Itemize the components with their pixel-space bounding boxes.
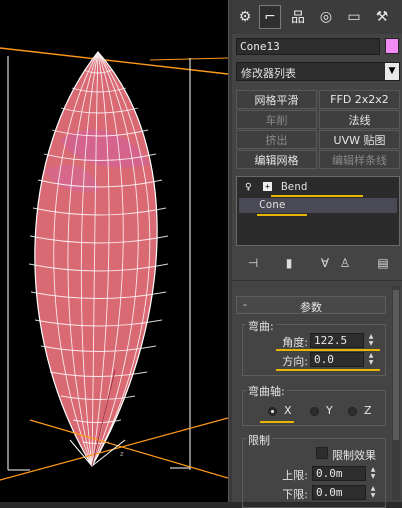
stack-item-label: Cone (259, 198, 286, 211)
scrollbar-thumb[interactable] (393, 290, 399, 440)
axis-x-label: X (284, 404, 292, 417)
lower-limit-spinner-arrows[interactable]: ▲ ▼ (368, 485, 378, 500)
lathe-button[interactable]: 车削 (236, 110, 317, 129)
meshsmooth-button[interactable]: 网格平滑 (236, 90, 317, 109)
rollout-title: 参数 (300, 301, 322, 314)
motion-tab-icon[interactable]: ◎ (315, 5, 337, 29)
axis-y-label: Y (326, 404, 333, 417)
axis-y-radio[interactable] (310, 407, 319, 416)
angle-label: 角度: (282, 336, 308, 349)
stack-item-label: Bend (281, 180, 308, 193)
utilities-tab-icon[interactable]: ⚒ (371, 5, 393, 29)
edit-mesh-button[interactable]: 编辑网格 (236, 150, 317, 169)
direction-spinner-arrows[interactable]: ▲ ▼ (366, 352, 376, 367)
divider (232, 280, 402, 281)
extrude-button[interactable]: 挤出 (236, 130, 317, 149)
bend-axis-label: 弯曲轴: (246, 383, 287, 399)
angle-spinner-arrows[interactable]: ▲ ▼ (366, 333, 376, 348)
perspective-viewport[interactable]: z (0, 0, 228, 502)
highlight-underline (257, 214, 307, 216)
highlight-underline (276, 349, 380, 351)
parameters-rollout-header[interactable]: - 参数 (236, 296, 386, 314)
upper-limit-spinner[interactable]: 0.0m (312, 466, 366, 481)
remove-modifier-icon[interactable]: ♙ (336, 254, 354, 272)
angle-spinner[interactable]: 122.5 (310, 333, 364, 348)
uvw-map-button[interactable]: UVW 贴图 (319, 130, 400, 149)
bent-cone-mesh: z (0, 47, 228, 481)
make-unique-icon[interactable]: ∀ (316, 254, 334, 272)
chevron-down-icon[interactable]: ▼ (385, 63, 399, 80)
limit-effect-label: 限制效果 (332, 449, 376, 462)
panel-scrollbar[interactable] (392, 286, 400, 500)
axis-z-radio[interactable] (348, 407, 357, 416)
highlight-underline (260, 421, 294, 423)
bend-group-label: 弯曲: (246, 318, 276, 334)
svg-text:z: z (120, 450, 124, 458)
stack-item-cone[interactable]: Cone (239, 198, 397, 213)
display-tab-icon[interactable]: ▭ (343, 5, 365, 29)
modifier-list-dropdown[interactable]: 修改器列表 ▼ (236, 62, 400, 81)
command-panel-tabs: ⚙ ⌐ 品 ◎ ▭ ⚒ (232, 0, 402, 34)
hierarchy-tab-icon[interactable]: 品 (287, 5, 309, 29)
upper-limit-spinner-arrows[interactable]: ▲ ▼ (368, 466, 378, 481)
modifier-stack[interactable]: ♀ + Bend Cone (236, 176, 400, 246)
object-color-swatch[interactable] (385, 38, 399, 54)
axis-x-radio[interactable] (268, 407, 277, 416)
stack-item-bend[interactable]: ♀ + Bend (239, 180, 397, 195)
pin-stack-icon[interactable]: ⊣ (244, 254, 262, 272)
highlight-underline (276, 369, 380, 371)
modify-tab-icon[interactable]: ⌐ (259, 5, 281, 29)
lower-limit-label: 下限: (282, 488, 308, 501)
direction-spinner[interactable]: 0.0 (310, 352, 364, 367)
ffd-button[interactable]: FFD 2x2x2 (319, 90, 400, 109)
show-end-result-icon[interactable]: ▮ (280, 254, 298, 272)
create-tab-icon[interactable]: ⚙ (234, 5, 256, 29)
object-name-field[interactable]: Cone13 (236, 38, 380, 55)
expand-plus-icon[interactable]: + (263, 182, 272, 191)
limits-group-label: 限制 (246, 432, 272, 448)
modifier-list-label: 修改器列表 (241, 67, 296, 80)
limit-effect-checkbox[interactable] (316, 447, 328, 459)
upper-limit-label: 上限: (282, 469, 308, 482)
lightbulb-icon[interactable]: ♀ (245, 180, 252, 193)
direction-label: 方向: (282, 355, 308, 368)
highlight-underline (271, 195, 363, 197)
stack-toolbar: ⊣ ▮ ∀ ♙ ▤ (236, 252, 400, 274)
normal-button[interactable]: 法线 (319, 110, 400, 129)
axis-z-label: Z (364, 404, 372, 417)
edit-spline-button[interactable]: 编辑样条线 (319, 150, 400, 169)
lower-limit-spinner[interactable]: 0.0m (312, 485, 366, 500)
configure-sets-icon[interactable]: ▤ (374, 254, 392, 272)
command-panel: ⚙ ⌐ 品 ◎ ▭ ⚒ Cone13 修改器列表 ▼ 网格平滑 FFD 2x2x… (232, 0, 402, 508)
